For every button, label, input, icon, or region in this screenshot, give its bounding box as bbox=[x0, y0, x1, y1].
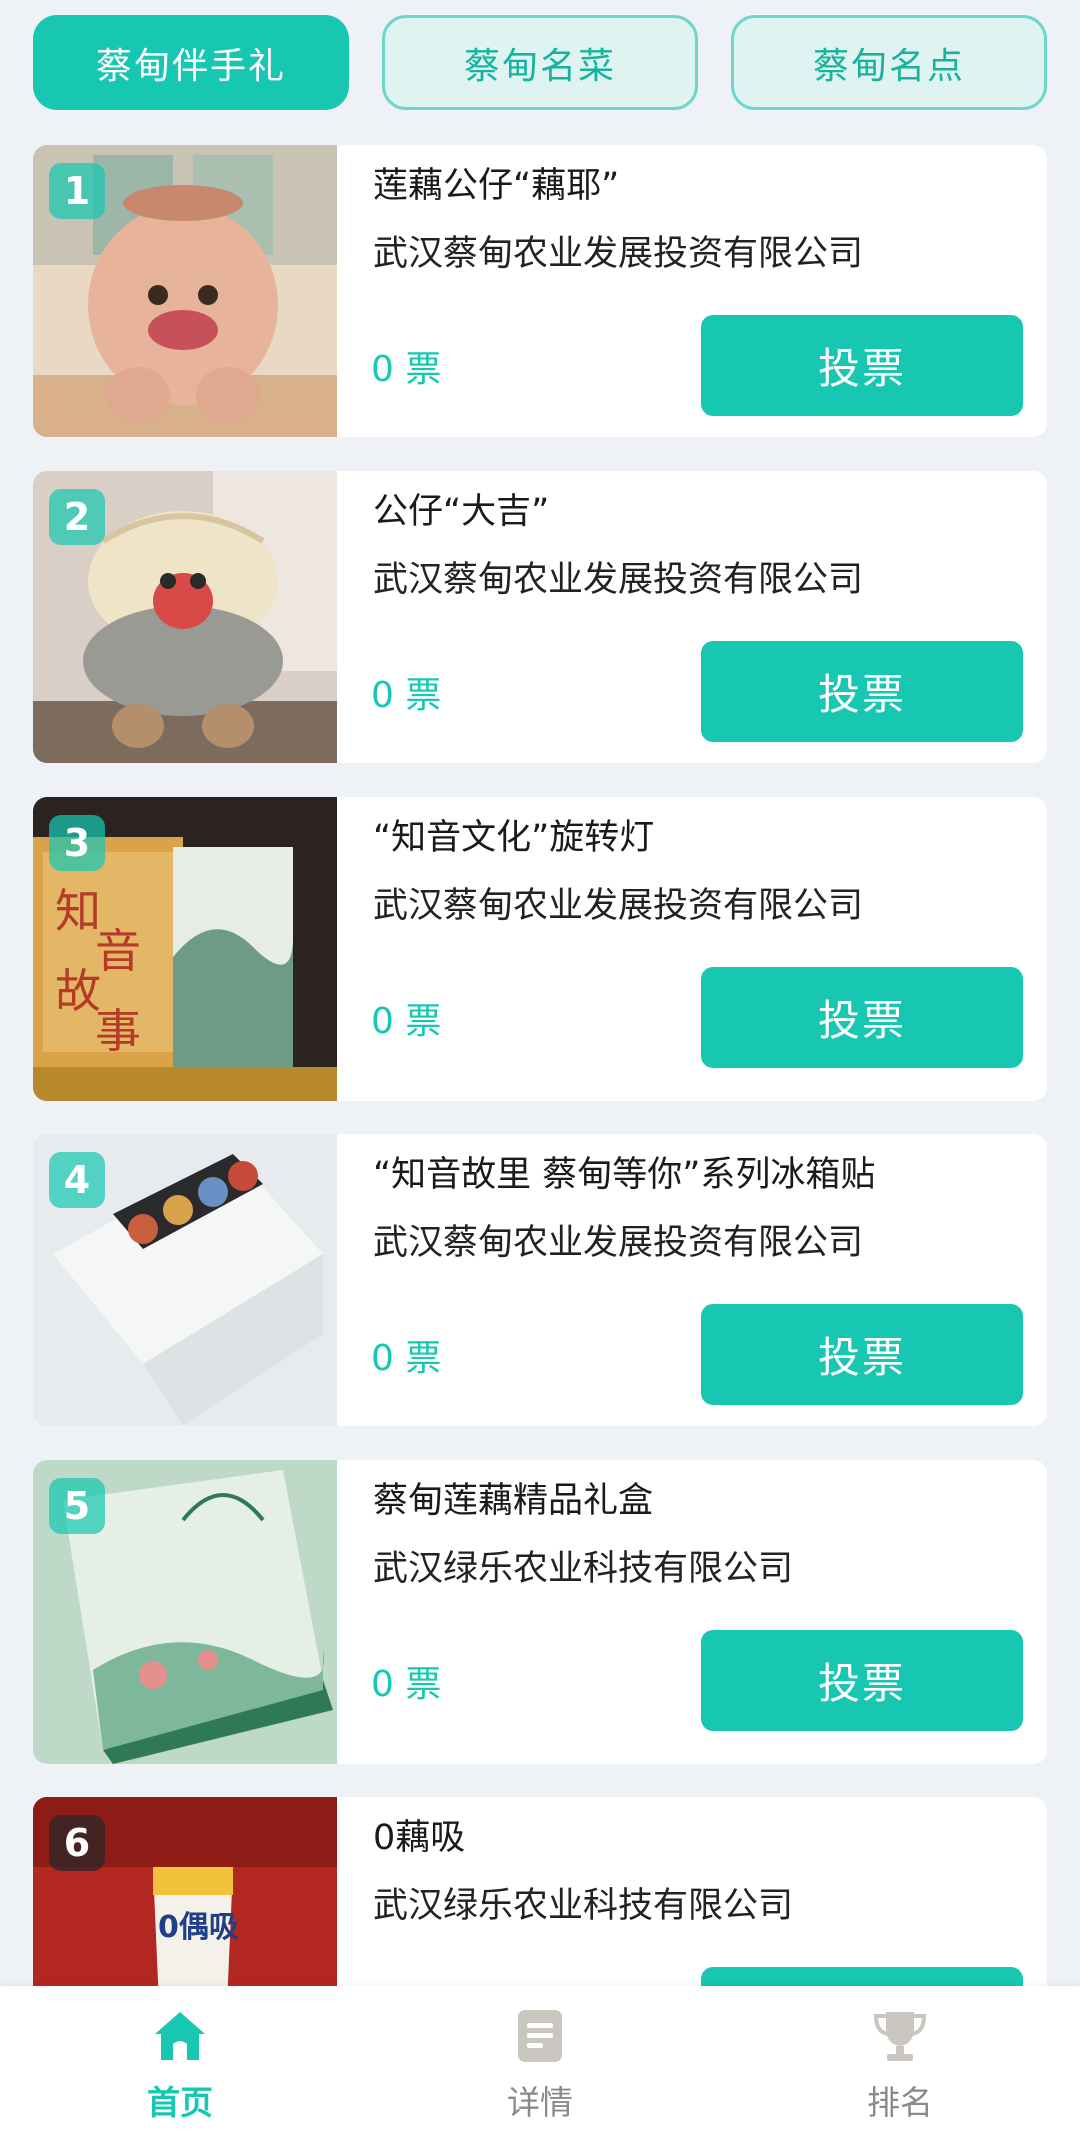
item-company: 武汉绿乐农业科技有限公司 bbox=[373, 1886, 794, 1926]
nav-home[interactable]: 首页 bbox=[80, 1986, 280, 2138]
list-item[interactable]: 4 “知音故里 蔡甸等你”系列冰箱贴 武汉蔡甸农业发展投资有限公司 0 票 投票 bbox=[33, 1134, 1047, 1426]
item-company: 武汉蔡甸农业发展投资有限公司 bbox=[373, 234, 864, 274]
item-title: 公仔“大吉” bbox=[373, 492, 550, 532]
item-company: 武汉蔡甸农业发展投资有限公司 bbox=[373, 1223, 864, 1263]
vote-count: 0 票 bbox=[371, 1338, 442, 1379]
vote-count: 0 票 bbox=[371, 349, 442, 390]
vote-button[interactable]: 投票 bbox=[701, 1630, 1023, 1731]
home-icon bbox=[155, 2012, 205, 2060]
nav-ranking[interactable]: 排名 bbox=[800, 1986, 1000, 2138]
item-title: 0藕吸 bbox=[373, 1818, 466, 1858]
vote-count: 0 票 bbox=[371, 675, 442, 716]
tab-famous-snacks[interactable]: 蔡甸名点 bbox=[731, 15, 1047, 110]
nav-details[interactable]: 详情 bbox=[440, 1986, 640, 2138]
item-title: 蔡甸莲藕精品礼盒 bbox=[373, 1481, 654, 1521]
rank-badge: 3 bbox=[49, 815, 105, 871]
tab-famous-dishes[interactable]: 蔡甸名菜 bbox=[382, 15, 698, 110]
nav-label: 首页 bbox=[147, 2083, 213, 2122]
vote-button[interactable]: 投票 bbox=[701, 315, 1023, 416]
item-company: 武汉蔡甸农业发展投资有限公司 bbox=[373, 886, 864, 926]
product-image[interactable]: 知 音 故 事 3 bbox=[33, 797, 337, 1101]
image-text: 事 bbox=[95, 1004, 141, 1058]
product-image[interactable]: 1 bbox=[33, 145, 337, 437]
bottom-navigation: 首页 详情 排名 bbox=[0, 1986, 1080, 2138]
list-item[interactable]: 2 公仔“大吉” 武汉蔡甸农业发展投资有限公司 0 票 投票 bbox=[33, 471, 1047, 763]
rank-badge: 4 bbox=[49, 1152, 105, 1208]
rank-badge: 5 bbox=[49, 1478, 105, 1534]
image-text: 0偶吸 bbox=[158, 1910, 239, 1945]
vote-button[interactable]: 投票 bbox=[701, 1304, 1023, 1405]
rank-badge: 1 bbox=[49, 163, 105, 219]
category-tabs: 蔡甸伴手礼 蔡甸名菜 蔡甸名点 bbox=[0, 0, 1080, 125]
item-title: 莲藕公仔“藕耶” bbox=[373, 166, 620, 206]
rank-badge: 6 bbox=[49, 1815, 105, 1871]
product-image[interactable]: 2 bbox=[33, 471, 337, 763]
trophy-icon bbox=[873, 2012, 927, 2061]
nav-label: 排名 bbox=[867, 2083, 933, 2122]
list-item[interactable]: 知 音 故 事 3 “知音文化”旋转灯 武汉蔡甸农业发展投资有限公司 0 票 投… bbox=[33, 797, 1047, 1101]
list-item[interactable]: 1 莲藕公仔“藕耶” 武汉蔡甸农业发展投资有限公司 0 票 投票 bbox=[33, 145, 1047, 437]
nav-label: 详情 bbox=[507, 2083, 573, 2122]
list-item[interactable]: 5 蔡甸莲藕精品礼盒 武汉绿乐农业科技有限公司 0 票 投票 bbox=[33, 1460, 1047, 1764]
vote-count: 0 票 bbox=[371, 1001, 442, 1042]
product-image[interactable]: 4 bbox=[33, 1134, 337, 1426]
image-text: 音 bbox=[95, 924, 141, 978]
item-title: “知音故里 蔡甸等你”系列冰箱贴 bbox=[373, 1155, 876, 1195]
item-title: “知音文化”旋转灯 bbox=[373, 818, 655, 858]
document-icon bbox=[518, 2010, 562, 2062]
vote-button[interactable]: 投票 bbox=[701, 641, 1023, 742]
vote-button[interactable]: 投票 bbox=[701, 967, 1023, 1068]
item-company: 武汉绿乐农业科技有限公司 bbox=[373, 1549, 794, 1589]
tab-souvenirs[interactable]: 蔡甸伴手礼 bbox=[33, 15, 349, 110]
item-company: 武汉蔡甸农业发展投资有限公司 bbox=[373, 560, 864, 600]
vote-count: 0 票 bbox=[371, 1664, 442, 1705]
rank-badge: 2 bbox=[49, 489, 105, 545]
product-image[interactable]: 5 bbox=[33, 1460, 337, 1764]
